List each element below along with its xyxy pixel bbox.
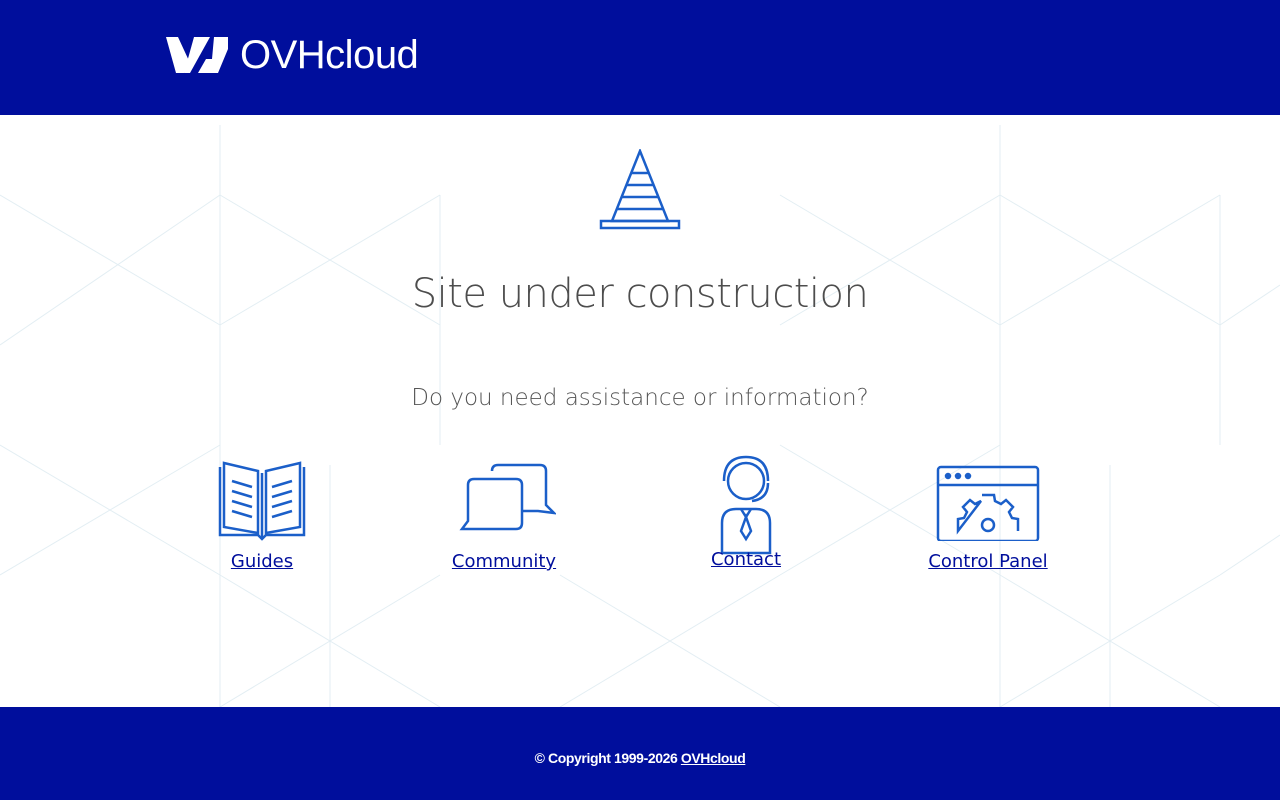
ovhcloud-footer-link[interactable]: OVHcloud: [681, 750, 746, 766]
ovhcloud-logo-icon: [166, 37, 228, 73]
assistance-subtitle: Do you need assistance or information?: [411, 385, 869, 411]
chat-bubbles-icon: [459, 463, 556, 531]
help-links: Guides Community Contact Control Panel: [0, 451, 1280, 601]
page-title: Site under construction: [411, 271, 869, 317]
copyright-label: © Copyright 1999-2026: [534, 750, 681, 766]
contact-label[interactable]: Contact: [646, 549, 846, 570]
control-panel-label[interactable]: Control Panel: [888, 551, 1088, 572]
footer: © Copyright 1999-2026 OVHcloud: [0, 707, 1280, 800]
guides-link[interactable]: Guides: [162, 451, 362, 572]
traffic-cone-icon: [599, 149, 681, 230]
community-label[interactable]: Community: [404, 551, 604, 572]
control-panel-gear-icon: [936, 465, 1040, 541]
control-panel-link[interactable]: Control Panel: [888, 451, 1088, 572]
logo-text: OVHcloud: [240, 33, 419, 77]
ovhcloud-logo[interactable]: OVHcloud: [164, 33, 419, 77]
support-agent-icon: [720, 455, 772, 555]
community-link[interactable]: Community: [404, 451, 604, 572]
copyright-text: © Copyright 1999-2026 OVHcloud: [0, 750, 1280, 766]
contact-link[interactable]: Contact: [646, 451, 846, 570]
divider: [350, 348, 936, 357]
book-icon: [218, 461, 306, 541]
guides-label[interactable]: Guides: [162, 551, 362, 572]
header: OVHcloud: [0, 0, 1280, 115]
main-content: Site under construction Do you need assi…: [0, 115, 1280, 707]
